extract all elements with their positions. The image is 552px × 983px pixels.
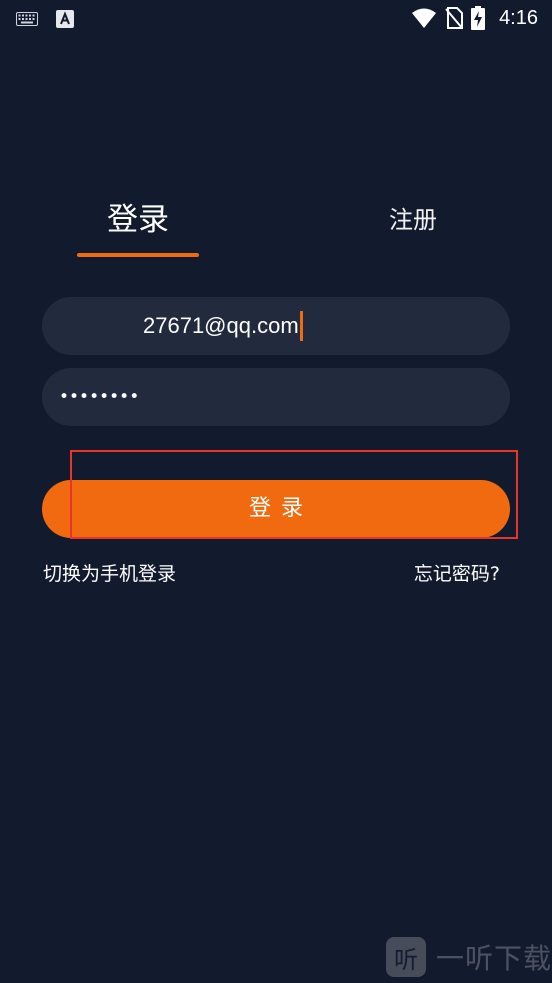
text-caret	[299, 311, 303, 341]
active-tab-indicator	[77, 253, 199, 257]
forgot-password-link[interactable]: 忘记密码?	[414, 560, 500, 588]
watermark: 听 一听下载	[385, 935, 552, 979]
login-button[interactable]: 登录	[42, 480, 510, 538]
status-bar-right: 4:16	[411, 6, 538, 30]
email-field[interactable]: 27671@qq.com	[42, 297, 510, 355]
status-time: 4:16	[499, 7, 538, 29]
watermark-text: 一听下载	[435, 942, 552, 975]
battery-charging-icon	[471, 6, 486, 30]
a-letter-icon	[56, 10, 74, 28]
no-sim-icon	[445, 7, 464, 29]
email-text: 27671@qq.com	[143, 313, 299, 338]
tab-login[interactable]: 登录	[77, 196, 199, 244]
status-bar: 4:16	[0, 0, 552, 38]
password-field[interactable]: ••••••••	[42, 368, 510, 426]
email-input-value: 27671@qq.com	[143, 311, 303, 341]
watermark-logo: 听	[385, 937, 426, 977]
tab-register[interactable]: 注册	[352, 196, 474, 244]
keyboard-icon	[16, 12, 38, 26]
switch-to-phone-login-link[interactable]: 切换为手机登录	[43, 560, 176, 588]
status-bar-left	[16, 10, 74, 28]
password-input-value: ••••••••	[59, 387, 140, 407]
wifi-icon	[412, 8, 437, 28]
